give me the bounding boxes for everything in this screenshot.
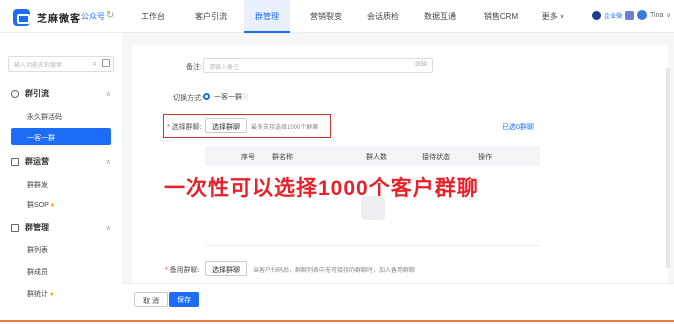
nav-more[interactable]: 更多 ∨ [538,0,568,33]
group-icon [11,223,19,232]
search-icon[interactable]: ⌕ [93,59,97,69]
chevron-up-icon: ∧ [105,158,111,166]
select-group-label-text: 选择群聊: [171,124,202,131]
enterprise-badge: 企业微 [604,13,623,20]
sidebar-section-group-operation[interactable]: 群运营 ∧ [11,156,111,167]
save-button[interactable]: 保存 [169,292,199,307]
table-header: 序号 群名称 群人数 接待状态 操作 [205,146,540,166]
sidebar-item-one-customer-one-group[interactable]: 一客一群 [11,128,111,145]
scrollbar[interactable] [666,68,670,268]
sidebar-section-group-management[interactable]: 群管理 ∧ [11,222,111,233]
divider [205,245,540,246]
remark-label: 备注: [186,64,202,71]
avatar[interactable] [637,10,648,20]
select-group-label: * 选择群聊: [167,124,202,131]
brand-name: 芝麻微客 [37,14,81,25]
nav-group-management[interactable]: 群管理 [244,0,290,33]
select-group-hint: 最多支持选择1000个群聊 [251,125,319,131]
col-group-name: 群名称 [272,154,293,161]
backup-group-label: * 备用群聊: [165,267,200,274]
user-chevron-down-icon: ∨ [666,12,671,19]
radio-label: 一客一群 [214,94,242,101]
search-placeholder: 输入功能名称搜索 [14,63,63,69]
chevron-down-icon: ∨ [559,14,565,20]
backup-group-hint: 当客户扫码后，群聊列表中无可接待的群聊时，加入备用群聊 [253,268,416,274]
selected-groups-link[interactable]: 已选0群聊 [502,122,534,132]
sidebar-item-group-members[interactable]: 群成员 [27,267,48,277]
premium-icon: ♦ [50,202,55,209]
backup-select-group-button[interactable]: 选择群聊 [205,261,247,276]
section-label: 群运营 [25,157,49,166]
sidebar-section-group-acquisition[interactable]: 群引流 ∧ [11,88,111,99]
footer-bar: 取 消 保存 [122,283,674,313]
backup-group-label-text: 备用群聊: [169,267,200,274]
radio-one-customer-one-group[interactable] [203,93,210,100]
empty-state-icon [361,196,385,220]
chevron-up-icon: ∧ [105,224,111,232]
remark-counter: 0/30 [415,62,427,68]
annotation-text: 一次性可以选择1000个客户群聊 [164,177,479,200]
col-member-count: 群人数 [366,154,387,161]
chat-icon [11,157,19,166]
nav-customer-acquisition[interactable]: 客户引流 [187,0,235,33]
calendar-icon[interactable] [102,59,110,67]
app-icon [625,10,635,20]
sidebar-item-group-broadcast[interactable]: 群群发 [27,180,48,190]
sidebar-item-permanent-qrcode[interactable]: 永久群活码 [27,112,62,122]
item-label: 群统计 [27,291,48,298]
enterprise-icon [592,10,601,20]
sidebar-search-input[interactable]: 输入功能名称搜索 ⌕ [8,56,114,72]
nav-session-inspection[interactable]: 会话质检 [359,0,407,33]
help-icon[interactable]: ⓘ [242,92,248,101]
switch-account-icon[interactable]: ↻ [106,10,114,21]
nav-more-label: 更多 [541,12,558,21]
section-label: 群引流 [25,89,49,98]
switch-method-label: 切换方式: [173,95,203,102]
sidebar-item-group-stats[interactable]: 群统计 ♦ [27,289,54,299]
col-reception-status: 接待状态 [422,154,450,161]
remark-placeholder: 请输入备注 [209,65,240,71]
top-navigation-bar: 芝麻微客 公众号 ↻ 工作台 客户引流 群管理 营销裂变 会话质检 数据互通 销… [0,0,674,33]
remark-input[interactable]: 请输入备注 0/30 [203,58,433,73]
bottom-divider [0,320,674,322]
nav-sales-crm[interactable]: 销售CRM [473,0,529,33]
section-label: 群管理 [25,223,49,232]
person-icon [11,89,19,98]
user-area[interactable]: 企业微 Tina ∨ [592,10,671,20]
nav-marketing-fission[interactable]: 营销裂变 [302,0,350,33]
logo-icon [13,9,30,26]
item-label: 群SOP [27,202,49,209]
chevron-up-icon: ∧ [105,90,111,98]
premium-icon: ♦ [49,291,54,298]
account-type-link[interactable]: 公众号 [81,11,105,22]
user-name: Tina [650,11,664,19]
col-index: 序号 [241,154,255,161]
sidebar-item-group-list[interactable]: 群列表 [27,245,48,255]
cancel-button[interactable]: 取 消 [134,292,168,307]
select-group-button[interactable]: 选择群聊 [205,118,247,133]
col-actions: 操作 [478,154,492,161]
nav-data-interop[interactable]: 数据互通 [416,0,464,33]
sidebar-item-group-sop[interactable]: 群SOP ♦ [27,200,54,210]
nav-workbench[interactable]: 工作台 [130,0,176,33]
sidebar: 输入功能名称搜索 ⌕ 群引流 ∧ 永久群活码 一客一群 群运营 ∧ 群群发 群S… [0,46,122,314]
